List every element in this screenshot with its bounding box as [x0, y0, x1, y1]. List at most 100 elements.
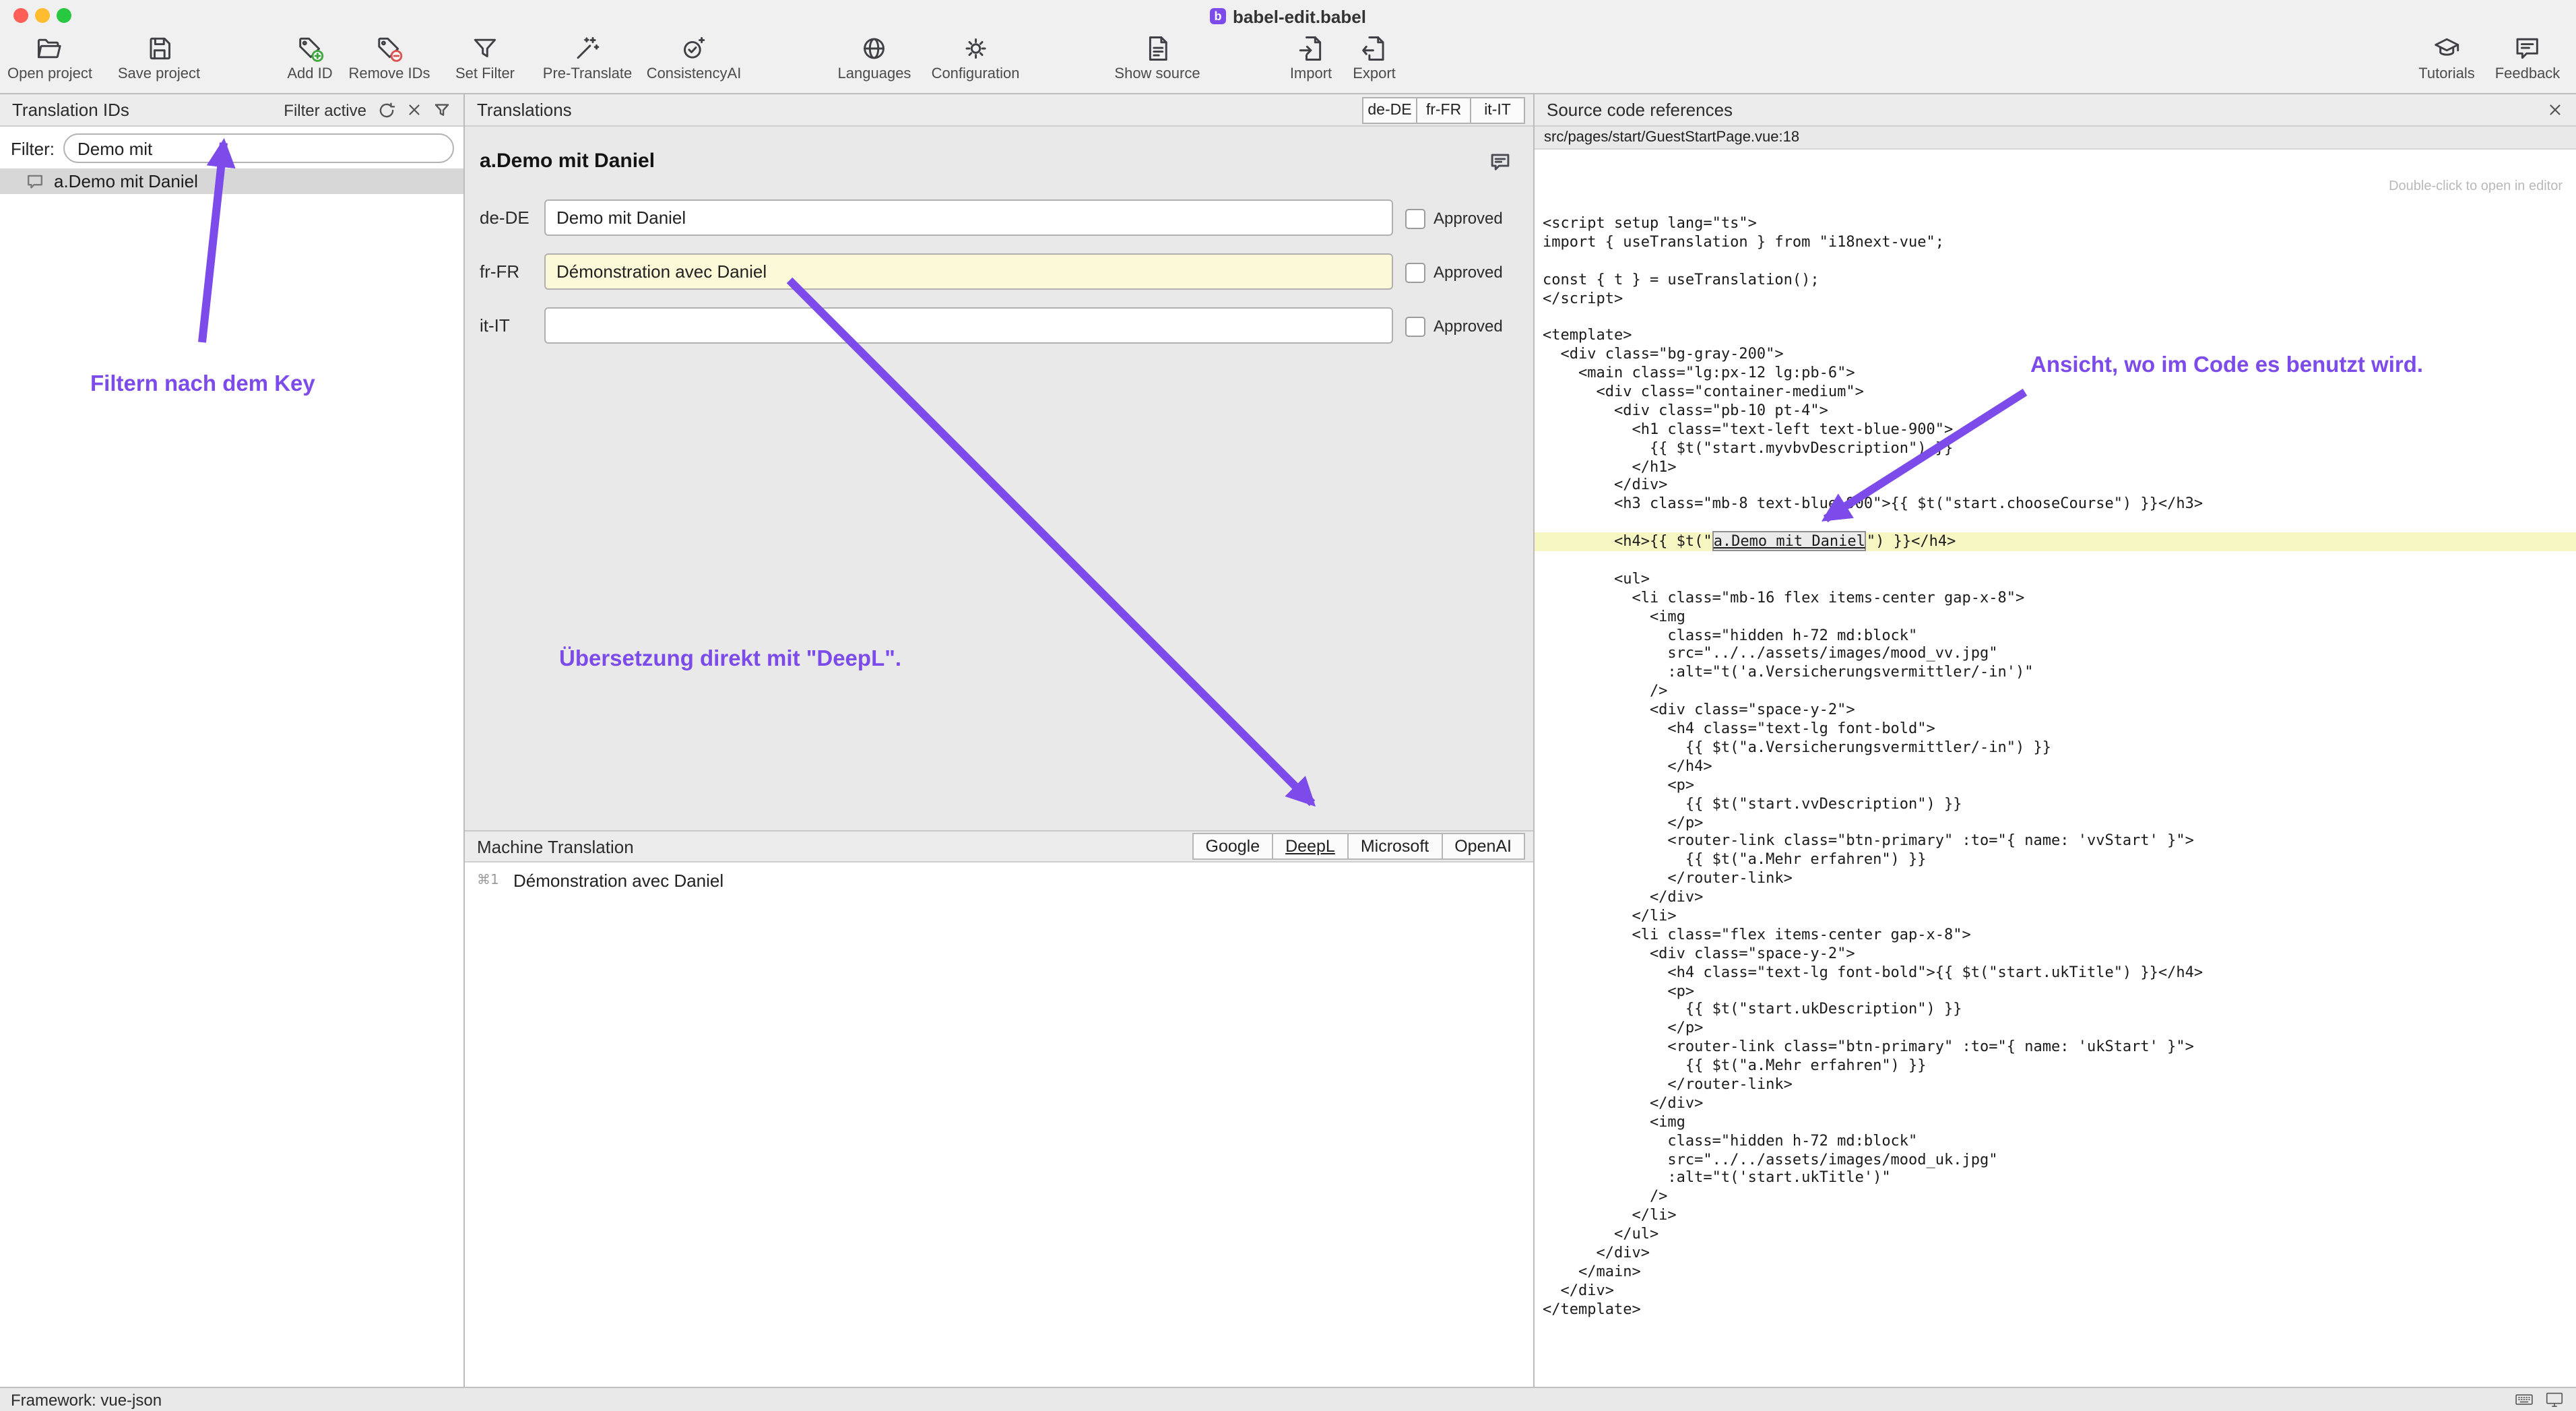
toolbar-import[interactable]: Import — [1290, 34, 1332, 82]
toolbar-feedback[interactable]: Feedback — [2495, 34, 2561, 82]
code-line: <p> — [1535, 776, 2576, 794]
status-bar: Framework: vue-json — [0, 1387, 2576, 1411]
code-line: </router-link> — [1535, 869, 2576, 888]
toolbar-consistency-ai[interactable]: ConsistencyAI — [647, 34, 742, 82]
mt-tab-deepl[interactable]: DeepL — [1272, 834, 1347, 858]
add-id-icon — [295, 34, 325, 63]
code-line: :alt="t('start.ukTitle')" — [1535, 1169, 2576, 1188]
code-line — [1535, 514, 2576, 533]
toolbar-open-project[interactable]: Open project — [7, 34, 92, 82]
code-line: src="../../assets/images/mood_uk.jpg" — [1535, 1150, 2576, 1169]
translation-id-item-selected[interactable]: a.Demo mit Daniel — [0, 168, 463, 194]
filter-row: Filter: — [11, 133, 454, 163]
code-line: </div> — [1535, 1282, 2576, 1300]
language-toggle-it-IT[interactable]: it-IT — [1470, 96, 1525, 123]
feedback-icon — [2513, 34, 2542, 63]
toolbar-remove-ids[interactable]: Remove IDs — [348, 34, 430, 82]
babeledit-window: b babel-edit.babel Open project Save pro… — [0, 0, 2576, 1411]
filter-input[interactable] — [63, 133, 454, 163]
code-line: <h1 class="text-left text-blue-900"> — [1535, 420, 2576, 439]
code-view[interactable]: <script setup lang="ts">import { useTran… — [1535, 214, 2576, 1319]
window-title-area: b babel-edit.babel — [0, 5, 2576, 27]
mt-tab-openai[interactable]: OpenAI — [1441, 834, 1524, 858]
display-icon[interactable] — [2544, 1389, 2565, 1410]
toolbar-languages[interactable]: Languages — [838, 34, 911, 82]
code-line: <img — [1535, 1113, 2576, 1132]
code-line-highlighted: <h4>{{ $t("a.Demo mit Daniel") }}</h4> — [1535, 532, 2576, 551]
source-file-path[interactable]: src/pages/start/GuestStartPage.vue:18 — [1535, 127, 2576, 150]
code-line: <script setup lang="ts"> — [1535, 214, 2576, 233]
mt-tab-microsoft[interactable]: Microsoft — [1347, 834, 1441, 858]
code-line: <p> — [1535, 982, 2576, 1001]
highlighted-translation-key[interactable]: a.Demo mit Daniel — [1712, 531, 1867, 551]
code-line: /> — [1535, 1188, 2576, 1207]
consistency-ai-icon — [679, 34, 709, 63]
code-line: <ul> — [1535, 570, 2576, 589]
mt-suggestion-text: Démonstration avec Daniel — [513, 871, 723, 891]
approved-label: Approved — [1434, 317, 1503, 336]
code-line: <li class="flex items-center gap-x-8"> — [1535, 926, 2576, 945]
approved-checkbox-de-DE[interactable] — [1405, 209, 1425, 229]
window-title: babel-edit.babel — [1233, 6, 1366, 26]
code-line: </template> — [1535, 1300, 2576, 1319]
code-line: <div class="space-y-2"> — [1535, 701, 2576, 720]
code-line: </div> — [1535, 1244, 2576, 1263]
code-line: /> — [1535, 683, 2576, 701]
code-line: </h4> — [1535, 757, 2576, 776]
toolbar-set-filter[interactable]: Set Filter — [455, 34, 515, 82]
code-line: </p> — [1535, 813, 2576, 832]
filter-funnel-icon[interactable] — [432, 100, 451, 119]
annotation-filter: Filtern nach dem Key — [90, 372, 315, 398]
code-line: <router-link class="btn-primary" :to="{ … — [1535, 832, 2576, 851]
approved-label: Approved — [1434, 263, 1503, 282]
translation-ids-panel: Translation IDs Filter active Filter: a.… — [0, 94, 465, 1387]
mt-suggestion-row[interactable]: ⌘1 Démonstration avec Daniel — [465, 869, 1533, 892]
translation-ids-header: Translation IDs Filter active — [0, 94, 463, 127]
code-line: <div class="container-medium"> — [1535, 383, 2576, 402]
code-line: </div> — [1535, 888, 2576, 907]
approved-checkbox-it-IT[interactable] — [1405, 317, 1425, 337]
translation-input-it-IT[interactable] — [544, 307, 1393, 344]
keyboard-icon[interactable] — [2513, 1389, 2536, 1410]
clear-filter-icon[interactable] — [406, 101, 423, 119]
code-line: <router-link class="btn-primary" :to="{ … — [1535, 1038, 2576, 1057]
translation-input-de-DE[interactable] — [544, 199, 1393, 236]
comment-bubble-icon — [26, 172, 44, 191]
code-line: </ul> — [1535, 1225, 2576, 1244]
app-icon: b — [1210, 8, 1226, 24]
code-line: <h3 class="mb-8 text-blue-900">{{ $t("st… — [1535, 495, 2576, 514]
refresh-icon[interactable] — [377, 100, 396, 119]
code-line: {{ $t("a.Mehr erfahren") }} — [1535, 1057, 2576, 1075]
toolbar-add-id[interactable]: Add ID — [287, 34, 332, 82]
language-toggle-fr-FR[interactable]: fr-FR — [1416, 96, 1471, 123]
code-line: src="../../assets/images/mood_vv.jpg" — [1535, 645, 2576, 664]
toolbar-pre-translate[interactable]: Pre-Translate — [543, 34, 632, 82]
close-panel-icon[interactable] — [2546, 101, 2564, 119]
titlebar-toolbar: b babel-edit.babel Open project Save pro… — [0, 0, 2576, 94]
language-label: fr-FR — [480, 261, 519, 282]
approved-checkbox-fr-FR[interactable] — [1405, 263, 1425, 283]
toolbar-configuration[interactable]: Configuration — [932, 34, 1020, 82]
translation-id-label: a.Demo mit Daniel — [54, 171, 198, 191]
language-toggle-de-DE[interactable]: de-DE — [1362, 96, 1417, 123]
code-line: const { t } = useTranslation(); — [1535, 270, 2576, 289]
code-line: <div class="space-y-2"> — [1535, 944, 2576, 963]
approved-label: Approved — [1434, 209, 1503, 228]
code-line: import { useTranslation } from "i18next-… — [1535, 233, 2576, 252]
code-line: </main> — [1535, 1263, 2576, 1282]
toolbar-tutorials[interactable]: Tutorials — [2418, 34, 2475, 82]
toolbar-show-source[interactable]: Show source — [1114, 34, 1200, 82]
translation-input-fr-FR[interactable] — [544, 253, 1393, 290]
translations-header: Translations de-DE fr-FR it-IT — [465, 94, 1533, 127]
code-line: <li class="mb-16 flex items-center gap-x… — [1535, 589, 2576, 608]
code-line: {{ $t("start.myvbvDescription") }} — [1535, 439, 2576, 458]
toolbar-export[interactable]: Export — [1353, 34, 1396, 82]
annotation-source: Ansicht, wo im Code es benutzt wird. — [2030, 353, 2423, 379]
translations-panel: Translations de-DE fr-FR it-IT a.Demo mi… — [465, 94, 1535, 1387]
code-line: <h4 class="text-lg font-bold">{{ $t("sta… — [1535, 963, 2576, 982]
mt-tab-google[interactable]: Google — [1194, 834, 1273, 858]
entry-comment-icon[interactable] — [1489, 151, 1512, 174]
toolbar-save-project[interactable]: Save project — [118, 34, 200, 82]
translation-ids-title: Translation IDs — [12, 100, 129, 120]
filter-label: Filter: — [11, 138, 55, 158]
